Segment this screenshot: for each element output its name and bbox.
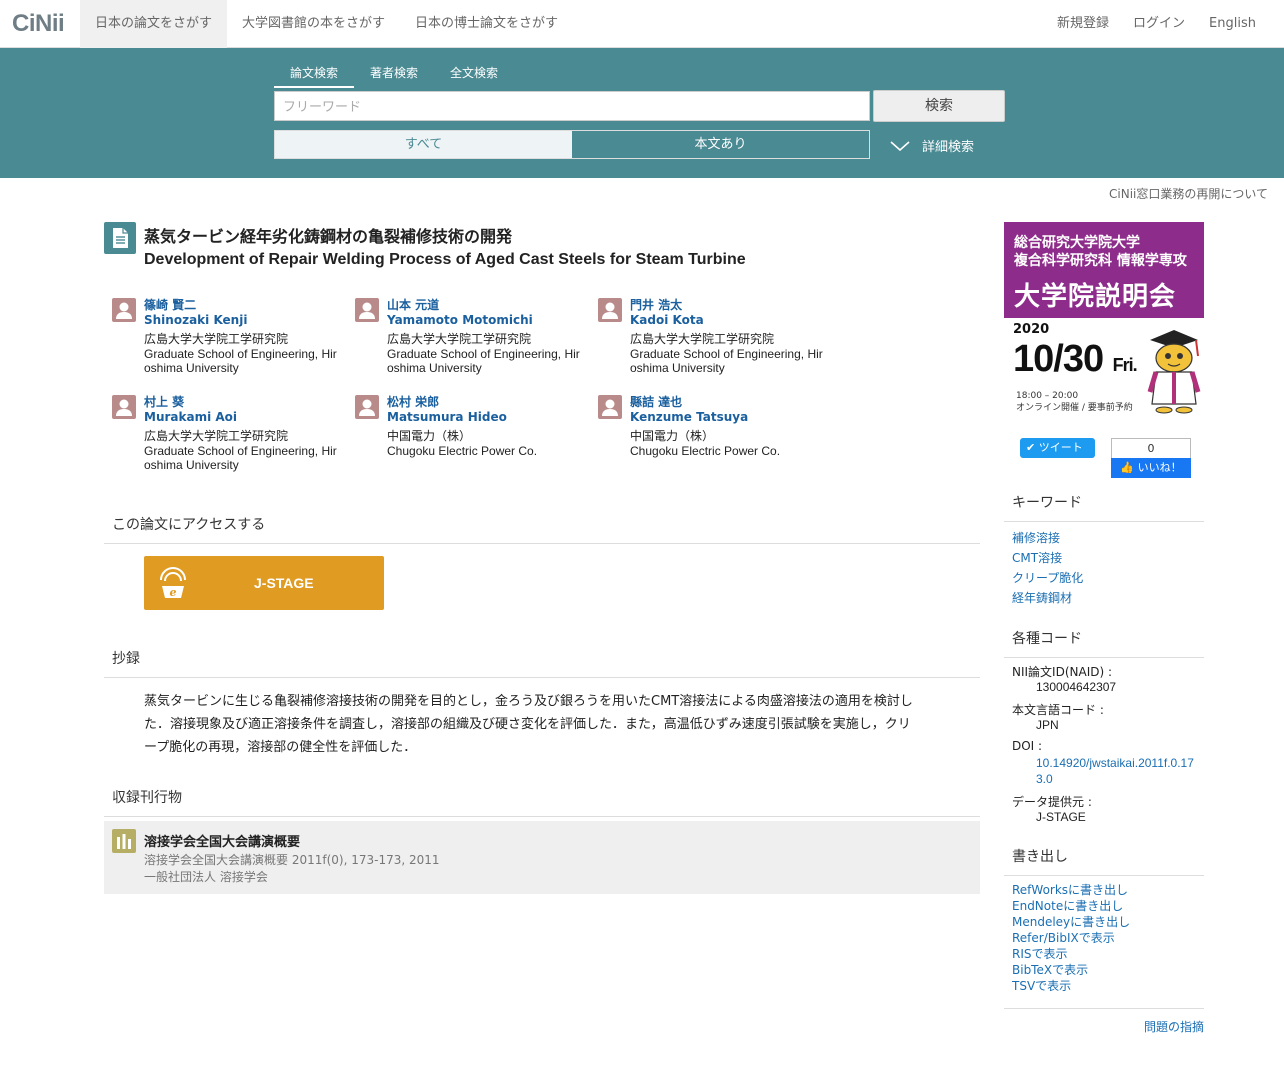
abstract-text: 蒸気タービンに生じる亀裂補修溶接技術の開発を目的とし，金ろう及び銀ろうを用いたC… [144,694,913,755]
cinii-logo[interactable]: CiNii [12,10,65,38]
article-title-ja: 蒸気タービン経年劣化鋳鋼材の亀裂補修技術の開発 [144,227,513,246]
abstract-heading: 抄録 [104,648,980,678]
banner-year: 2020 [1013,322,1050,337]
journal-entry: 溶接学会全国大会講演概要 溶接学会全国大会講演概要 2011f(0), 173-… [104,821,980,894]
person-icon [355,395,379,419]
export-refer[interactable]: Refer/BibIXで表示 [1012,929,1115,946]
keyword-link[interactable]: CMT溶接 [1012,549,1062,566]
banner-line1: 総合研究大学院大学 [1014,235,1140,251]
author-affiliation: 広島大学大学院工学研究院 Graduate School of Engineeri… [144,332,337,375]
nav-dissertations[interactable]: 日本の博士論文をさがす [400,0,573,48]
person-icon [112,395,136,419]
search-panel: 論文検索 著者検索 全文検索 検索 すべて 本文あり 詳細検索 [0,48,1284,178]
tab-fulltext-search[interactable]: 全文検索 [434,64,514,88]
author-affiliation: 中国電力（株） Chugoku Electric Power Co. [630,429,781,458]
event-banner[interactable]: 総合研究大学院大学 複合科学研究科 情報学専攻 大学院説明会 2020 10/3… [1004,222,1204,418]
article-title-en: Development of Repair Welding Process of… [144,251,746,268]
report-issue-link[interactable]: 問題の指摘 [1144,1018,1204,1035]
author-name[interactable]: 篠崎 賢二 Shinozaki Kenji [144,298,247,328]
twitter-bird-icon: ✔ [1026,441,1036,454]
facebook-like[interactable]: 0 👍 いいね！ [1111,438,1191,478]
like-count: 0 [1111,438,1191,458]
author-affiliation: 広島大学大学院工学研究院 Graduate School of Engineeri… [630,332,823,375]
person-icon [598,298,622,322]
mascot-icon [1147,330,1201,414]
doi-link[interactable]: 10.14920/jwstaikai.2011f.0.173.0 [1036,755,1196,787]
naid-label: NII論文ID(NAID) : [1012,665,1113,679]
naid-value: 130004642307 [1036,680,1117,694]
login-link[interactable]: ログイン [1133,0,1185,48]
tab-article-search[interactable]: 論文検索 [274,64,354,88]
author-affiliation: 広島大学大学院工学研究院 Graduate School of Engineeri… [387,332,580,375]
export-heading: 書き出し [1004,846,1204,876]
export-mendeley[interactable]: Mendeleyに書き出し [1012,913,1130,930]
like-button[interactable]: 👍 いいね！ [1111,458,1191,478]
person-icon [598,395,622,419]
provider-value: J-STAGE [1036,810,1086,824]
notice-link[interactable]: CiNii窓口業務の再開について [1109,185,1268,202]
journal-meta: 溶接学会全国大会講演概要 2011f(0), 173-173, 2011 一般社… [144,852,440,886]
journal-heading: 収録刊行物 [104,787,980,817]
author-name[interactable]: 松村 栄郎 Matsumura Hideo [387,395,507,425]
journal-publisher: 一般社団法人 溶接学会 [144,870,268,884]
tab-author-search[interactable]: 著者検索 [354,64,434,88]
jstage-icon: e [160,567,186,599]
svg-text:e: e [170,586,177,599]
fulltext-filter: すべて 本文あり [274,130,870,159]
filter-all[interactable]: すべて [275,131,572,158]
chevron-down-icon [890,140,910,151]
jstage-button[interactable]: e J-STAGE [144,556,384,610]
access-heading: この論文にアクセスする [104,514,980,544]
filter-with-fulltext[interactable]: 本文あり [572,131,869,158]
export-tsv[interactable]: TSVで表示 [1012,977,1071,994]
nav-university-books[interactable]: 大学図書館の本をさがす [227,0,400,48]
lang-value: JPN [1036,718,1059,732]
export-refworks[interactable]: RefWorksに書き出し [1012,881,1128,898]
keyword-link[interactable]: 経年鋳鋼材 [1012,589,1072,606]
author-name[interactable]: 村上 葵 Murakami Aoi [144,395,237,425]
banner-line2: 複合科学研究科 情報学専攻 [1014,253,1187,269]
lang-label: 本文言語コード : [1012,703,1104,717]
banner-header: 総合研究大学院大学 複合科学研究科 情報学専攻 大学院説明会 [1004,222,1204,318]
keywords-heading: キーワード [1004,492,1204,522]
export-ris[interactable]: RISで表示 [1012,945,1068,962]
search-button[interactable]: 検索 [873,90,1005,122]
english-link[interactable]: English [1209,0,1256,48]
person-icon [112,298,136,322]
account-links: 新規登録 ログイン English [1057,0,1256,48]
banner-headline: 大学院説明会 [1014,282,1177,312]
top-bar: CiNii 日本の論文をさがす 大学図書館の本をさがす 日本の博士論文をさがす … [0,0,1284,48]
banner-time: 18:00 – 20:00 オンライン開催 / 要事前予約 [1016,391,1133,413]
search-tabs: 論文検索 著者検索 全文検索 [274,64,514,88]
keyword-link[interactable]: クリープ脆化 [1012,569,1083,586]
banner-date: 10/30 Fri. [1013,338,1138,380]
person-icon [355,298,379,322]
keyword-link[interactable]: 補修溶接 [1012,529,1060,546]
journal-detail: 溶接学会全国大会講演概要 2011f(0), 173-173, 2011 [144,853,440,867]
export-endnote[interactable]: EndNoteに書き出し [1012,897,1123,914]
thumbs-up-icon: 👍 [1120,461,1135,474]
search-input[interactable] [274,91,870,121]
tweet-label: ツイート [1038,441,1083,454]
register-link[interactable]: 新規登録 [1057,0,1109,48]
author-affiliation: 中国電力（株） Chugoku Electric Power Co. [387,429,538,458]
export-bibtex[interactable]: BibTeXで表示 [1012,961,1088,978]
author-name[interactable]: 山本 元道 Yamamoto Motomichi [387,298,533,328]
divider [1004,1008,1204,1009]
author-name[interactable]: 縣詰 達也 Kenzume Tatsuya [630,395,748,425]
advanced-search-toggle[interactable]: 詳細検索 [890,136,974,155]
journal-title[interactable]: 溶接学会全国大会講演概要 [144,831,300,850]
advanced-search-label: 詳細検索 [922,140,975,155]
doi-label: DOI : [1012,739,1043,753]
document-icon [104,222,136,254]
nav-japanese-papers[interactable]: 日本の論文をさがす [80,0,228,48]
codes-heading: 各種コード [1004,628,1204,658]
top-nav: 日本の論文をさがす 大学図書館の本をさがす 日本の博士論文をさがす [80,0,573,48]
author-affiliation: 広島大学大学院工学研究院 Graduate School of Engineeri… [144,429,337,472]
bar-chart-icon [112,829,136,853]
jstage-label: J-STAGE [254,575,314,591]
provider-label: データ提供元 : [1012,795,1092,809]
tweet-button[interactable]: ✔ ツイート [1020,438,1095,458]
author-name[interactable]: 門井 浩太 Kadoi Kota [630,298,704,328]
